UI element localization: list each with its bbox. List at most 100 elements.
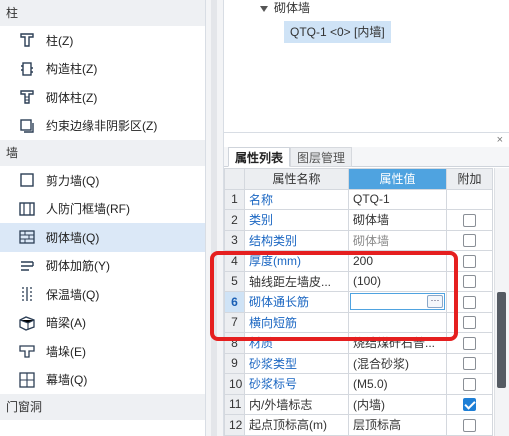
nav-item-label: 砌体加筋(Y)	[46, 259, 110, 274]
nav-item-masonry-wall[interactable]: 砌体墙(Q)	[0, 223, 205, 252]
attach-checkbox[interactable]	[463, 295, 476, 309]
property-value[interactable]: (混合砂浆)	[348, 352, 447, 374]
civil-defense-door-wall-icon	[18, 200, 36, 218]
attach-checkbox[interactable]	[463, 357, 476, 371]
panel-splitter[interactable]	[206, 0, 224, 436]
property-row[interactable]: 10 砂浆标号 (M5.0)	[224, 373, 493, 395]
property-name[interactable]: 砌体通长筋	[244, 291, 349, 313]
extra-cell	[446, 270, 493, 292]
property-value[interactable]	[348, 311, 447, 333]
property-name[interactable]: 内/外墙标志	[244, 393, 349, 415]
property-name[interactable]: 结构类别	[244, 229, 349, 251]
nav-item-label: 保温墙(Q)	[46, 287, 100, 302]
expand-arrow-icon[interactable]	[260, 5, 268, 12]
attach-checkbox[interactable]	[463, 418, 476, 432]
nav-item-column[interactable]: 柱(Z)	[0, 26, 205, 55]
nav-item-label: 墙垛(E)	[46, 344, 86, 359]
property-row[interactable]: 9 砂浆类型 (混合砂浆)	[224, 352, 493, 374]
property-name[interactable]: 砂浆类型	[244, 352, 349, 374]
tree-item-qtq-1[interactable]: QTQ-1 <0> [内墙]	[284, 21, 391, 43]
property-row[interactable]: 6 砌体通长筋 ···	[224, 291, 493, 313]
nav-item-label: 砌体柱(Z)	[46, 90, 98, 105]
splitter-bar[interactable]	[211, 0, 217, 436]
nav-item-hidden-beam[interactable]: 暗梁(A)	[0, 309, 205, 338]
property-row[interactable]: 1 名称 QTQ-1	[224, 188, 493, 210]
property-row[interactable]: 11 内/外墙标志 (内墙)	[224, 393, 493, 415]
property-name[interactable]: 轴线距左墙皮...	[244, 270, 349, 292]
row-number: 2	[224, 209, 245, 231]
nav-item-curtain-wall[interactable]: 幕墙(Q)	[0, 366, 205, 395]
nav-item-label: 砌体墙(Q)	[46, 230, 100, 245]
property-row[interactable]: 7 横向短筋	[224, 311, 493, 333]
grid-header-value[interactable]: 属性值	[348, 168, 447, 190]
property-row[interactable]: 3 结构类别 砌体墙	[224, 229, 493, 251]
property-name[interactable]: 类别	[244, 209, 349, 231]
property-name[interactable]: 砂浆标号	[244, 373, 349, 395]
nav-section-column[interactable]: 柱	[0, 0, 205, 26]
value-edit-field[interactable]: ···	[350, 293, 445, 311]
property-row[interactable]: 5 轴线距左墙皮... (100)	[224, 270, 493, 292]
attach-checkbox[interactable]	[463, 336, 476, 350]
property-value[interactable]: 200	[348, 250, 447, 272]
grid-header-name[interactable]: 属性名称	[244, 168, 349, 190]
property-value[interactable]: 烧结煤矸石普...	[348, 332, 447, 354]
property-row[interactable]: 2 类别 砌体墙	[224, 209, 493, 231]
extra-cell	[446, 332, 493, 354]
property-name[interactable]: 厚度(mm)	[244, 250, 349, 272]
attach-checkbox[interactable]	[463, 213, 476, 227]
row-number: 8	[224, 332, 245, 354]
hidden-beam-icon	[18, 314, 36, 332]
row-number: 6	[224, 291, 245, 313]
nav-item-shear-wall[interactable]: 剪力墙(Q)	[0, 166, 205, 195]
property-value[interactable]: 砌体墙	[348, 229, 447, 251]
constraint-edge-icon	[18, 117, 36, 135]
property-value[interactable]: QTQ-1	[348, 188, 447, 210]
property-row[interactable]: 12 起点顶标高(m) 层顶标高	[224, 414, 493, 436]
nav-item-wall-pier[interactable]: 墙垛(E)	[0, 337, 205, 366]
nav-section-wall[interactable]: 墙	[0, 140, 205, 166]
nav-item-label: 构造柱(Z)	[46, 62, 98, 77]
attach-checkbox[interactable]	[463, 275, 476, 289]
grid-header-row: 属性名称 属性值 附加	[224, 168, 493, 190]
property-value[interactable]: (内墙)	[348, 393, 447, 415]
nav-item-construct-column[interactable]: 构造柱(Z)	[0, 55, 205, 84]
nav-item-insulation-wall[interactable]: 保温墙(Q)	[0, 280, 205, 309]
nav-section-door-window[interactable]: 门窗洞	[0, 394, 205, 420]
property-name[interactable]: 起点顶标高(m)	[244, 414, 349, 436]
tree-node-label: 砌体墙	[274, 1, 311, 15]
attach-checkbox[interactable]	[463, 377, 476, 391]
tab-property-list[interactable]: 属性列表	[228, 147, 291, 167]
masonry-column-icon	[18, 88, 36, 106]
properties-panel: × 属性列表 图层管理 属性名称 属性值 附加 1 名称 QTQ-1 2 类别 砌体墙 3 结…	[224, 132, 509, 436]
attach-checkbox[interactable]	[463, 234, 476, 248]
row-number: 9	[224, 352, 245, 374]
property-value[interactable]: 层顶标高	[348, 414, 447, 436]
nav-item-civil-defense-door-wall[interactable]: 人防门框墙(RF)	[0, 195, 205, 224]
row-number: 3	[224, 229, 245, 251]
tab-layer-manager[interactable]: 图层管理	[290, 147, 353, 167]
scrollbar-thumb[interactable]	[497, 292, 506, 388]
ellipsis-button[interactable]: ···	[427, 295, 443, 309]
property-value[interactable]: 砌体墙	[348, 209, 447, 231]
grid-header-extra[interactable]: 附加	[446, 168, 493, 190]
shear-wall-icon	[18, 171, 36, 189]
vertical-scrollbar[interactable]	[494, 168, 509, 436]
property-row[interactable]: 4 厚度(mm) 200	[224, 250, 493, 272]
property-value[interactable]: ···	[348, 291, 447, 313]
tree-node-masonry-wall[interactable]: 砌体墙	[260, 0, 310, 16]
property-row[interactable]: 8 材质 烧结煤矸石普...	[224, 332, 493, 354]
property-value[interactable]: (M5.0)	[348, 373, 447, 395]
nav-item-label: 剪力墙(Q)	[46, 173, 100, 188]
attach-checkbox[interactable]	[463, 254, 476, 268]
property-name[interactable]: 名称	[244, 188, 349, 210]
attach-checkbox[interactable]	[463, 316, 476, 330]
nav-item-masonry-column[interactable]: 砌体柱(Z)	[0, 83, 205, 112]
extra-cell	[446, 229, 493, 251]
nav-item-constraint-edge[interactable]: 约束边缘非阴影区(Z)	[0, 112, 205, 141]
close-icon[interactable]: ×	[497, 133, 503, 147]
property-name[interactable]: 材质	[244, 332, 349, 354]
property-value[interactable]: (100)	[348, 270, 447, 292]
attach-checkbox[interactable]	[463, 398, 476, 412]
nav-item-masonry-rebar[interactable]: 砌体加筋(Y)	[0, 252, 205, 281]
property-name[interactable]: 横向短筋	[244, 311, 349, 333]
